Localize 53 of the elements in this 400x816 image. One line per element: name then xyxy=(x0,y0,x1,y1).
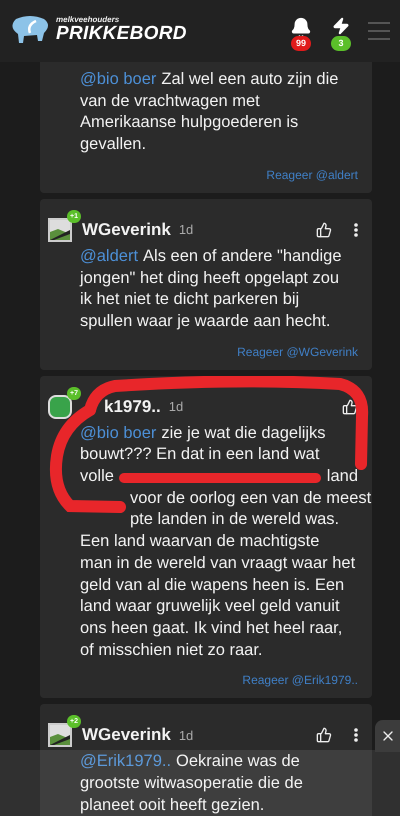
count-badge: 3 xyxy=(331,36,351,51)
more-button[interactable] xyxy=(354,728,358,742)
bell-icon[interactable] xyxy=(290,17,312,39)
comment-text: Een land waarvan de machtigste xyxy=(80,531,320,552)
comment-text: volle xyxy=(80,466,114,488)
comment-text: Als een of andere "handige xyxy=(143,246,342,267)
comment-text: bouwt??? En dat in een land wat xyxy=(80,444,320,466)
comment-text: man in de wereld van vraagt waar het xyxy=(80,552,356,574)
author-name[interactable]: k1979.. xyxy=(104,396,161,417)
comment-text: land waar gruwelijk veel geld vanuit xyxy=(80,596,340,618)
like-button[interactable] xyxy=(316,222,332,238)
mention-link[interactable]: @bio boer xyxy=(80,422,156,444)
reply-link[interactable]: Reageer @Erik1979.. xyxy=(48,673,358,688)
count-badge: 99 xyxy=(291,36,311,51)
logo-title: PRIKKEBORD xyxy=(56,24,187,44)
lightning-icon[interactable] xyxy=(332,17,350,35)
close-button[interactable] xyxy=(375,720,400,752)
comment-text: voor de oorlog een van de meest xyxy=(130,488,372,509)
like-button[interactable] xyxy=(342,398,358,415)
comment-text: land xyxy=(326,466,358,488)
comment-text: jongen" het ding heeft opgelapt zou xyxy=(80,268,340,289)
thumbs-up-icon xyxy=(316,727,332,744)
comment-text: van de vrachtwagen met xyxy=(80,90,260,112)
comment-text: Zal wel een auto zijn die xyxy=(161,69,338,90)
comment-text: of misschien niet zo raar. xyxy=(80,640,262,661)
comment-text: geld van al die wapens heen is. Een xyxy=(80,574,344,596)
comment-text: Amerikaanse hulpgoederen is xyxy=(80,112,298,134)
thumbs-up-icon xyxy=(342,398,358,415)
comment-age: 1d xyxy=(168,399,184,414)
thumbs-up-icon xyxy=(316,222,332,238)
comment-text: ik het niet te dicht parkeren bij xyxy=(80,289,300,310)
more-icon xyxy=(354,728,358,742)
comment-age: 1d xyxy=(178,222,194,238)
comment-text: gevallen. xyxy=(80,134,146,156)
comment-text: planeet ooit heeft gezien. xyxy=(80,794,264,816)
reply-link[interactable]: Reageer @aldert xyxy=(48,168,358,182)
mention-link[interactable]: @Erik1979.. xyxy=(80,751,172,774)
comment-text: Oekraine was de xyxy=(176,751,300,772)
author-name[interactable]: WGeverink xyxy=(82,220,171,240)
like-button[interactable] xyxy=(316,727,332,744)
more-icon xyxy=(354,222,358,237)
comment-age: 1d xyxy=(178,728,194,743)
mention-link[interactable]: @aldert xyxy=(80,246,138,268)
comment-text: spullen waar je waarde aan hecht. xyxy=(80,310,330,332)
author-name[interactable]: WGeverink xyxy=(82,725,171,746)
more-button[interactable] xyxy=(354,222,358,237)
comment-text: grootste witwasoperatie die de xyxy=(80,773,303,794)
logo-tagline: melkveehouders xyxy=(56,14,120,24)
comment-text: ons heen gaat. Ik vind het heel raar, xyxy=(80,618,342,639)
comment-text: zie je wat die dagelijks xyxy=(161,422,326,444)
comment-text: pte landen in de wereld was. xyxy=(130,509,340,530)
reply-link[interactable]: Reageer @WGeverink xyxy=(48,344,358,359)
mention-link[interactable]: @bio boer xyxy=(80,69,156,91)
